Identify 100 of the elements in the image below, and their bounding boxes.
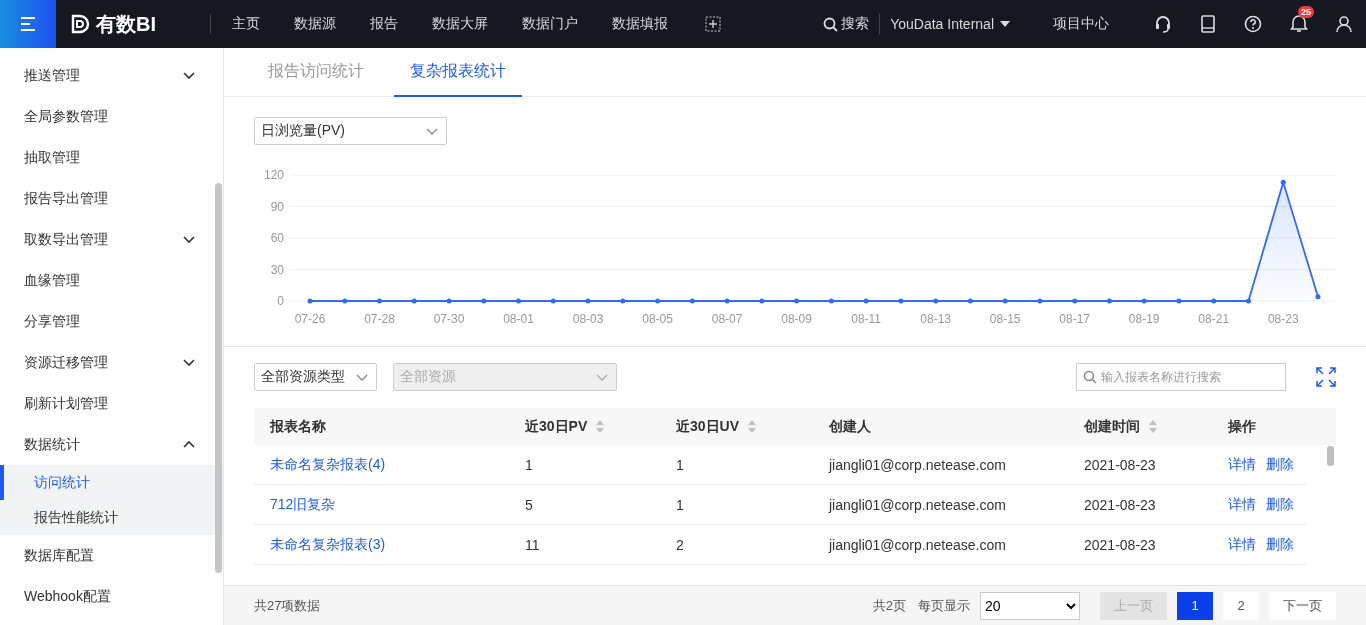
axis-label: 120 — [263, 168, 284, 182]
nav-link[interactable]: 数据大屏 — [421, 15, 499, 33]
action-link[interactable]: 详情 — [1228, 535, 1256, 554]
data-point — [898, 298, 904, 304]
scrollbar-thumb[interactable] — [215, 183, 222, 573]
data-point — [1246, 298, 1251, 304]
sidebar-item[interactable]: 报告性能统计 — [0, 500, 223, 535]
resource-type-select[interactable]: 全部资源类型 — [254, 363, 377, 391]
report-link[interactable]: 712旧复杂 — [254, 495, 509, 514]
user-icon[interactable] — [1336, 15, 1352, 33]
nav-link[interactable]: 报告 — [359, 15, 409, 33]
next-page-button[interactable]: 下一页 — [1269, 591, 1336, 620]
sidebar-item[interactable]: 刷新计划管理 — [0, 383, 223, 424]
axis-label: 08-13 — [920, 312, 951, 326]
data-point — [1280, 179, 1286, 185]
headset-icon[interactable] — [1154, 15, 1172, 33]
action-link[interactable]: 删除 — [1266, 535, 1294, 554]
chevron-icon — [426, 127, 438, 135]
chevron-icon — [183, 440, 195, 449]
sidebar-item[interactable]: 血缘管理 — [0, 260, 223, 301]
chevron-icon — [183, 235, 195, 244]
column-header[interactable]: 创建时间 — [1068, 417, 1212, 436]
scrollbar-thumb[interactable] — [1327, 446, 1334, 466]
tablet-icon[interactable] — [1200, 15, 1216, 33]
sidebar-item[interactable]: 资源迁移管理 — [0, 342, 223, 383]
table-cell-text: 2 — [675, 536, 685, 553]
axis-label: 07-28 — [364, 312, 395, 326]
action-link[interactable]: 详情 — [1228, 495, 1256, 514]
sidebar-item[interactable]: Webhook配置 — [0, 576, 223, 617]
column-header[interactable]: 近30日PV — [509, 417, 660, 436]
axis-label: 08-15 — [989, 312, 1021, 326]
table-cell-text: 2021-08-23 — [1083, 536, 1157, 553]
workspace-dropdown[interactable]: YouData Internal — [890, 16, 1010, 32]
table-cell-text: jiangli01@corp.netease.com — [827, 536, 1007, 553]
column-header: 创建人 — [828, 417, 872, 436]
search-link[interactable]: 搜索 — [823, 15, 870, 33]
report-link[interactable]: 未命名复杂报表(4) — [254, 455, 509, 474]
table-cell-text: 11 — [524, 536, 541, 553]
nav-link[interactable]: 数据门户 — [511, 15, 589, 33]
table-cell-text: 5 — [524, 496, 534, 513]
sidebar-item[interactable]: 数据统计 — [0, 424, 223, 465]
bell-icon[interactable] — [1290, 13, 1308, 32]
total-count: 共27项数据 — [254, 596, 321, 615]
chevron-icon — [356, 373, 368, 381]
sidebar-item[interactable]: 抽取管理 — [0, 137, 223, 178]
page-count: 共2页 — [872, 596, 906, 615]
menu-button[interactable] — [0, 0, 56, 48]
add-icon[interactable] — [705, 16, 721, 32]
sidebar-item[interactable]: 全局参数管理 — [0, 96, 223, 137]
sidebar-item[interactable]: 取数导出管理 — [0, 219, 223, 260]
chevron-icon — [183, 358, 195, 367]
search-field[interactable]: 输入报表名称进行搜索 — [1076, 363, 1286, 391]
help-icon[interactable] — [1244, 15, 1262, 33]
fullscreen-icon[interactable] — [1316, 367, 1336, 387]
axis-label: 08-23 — [1267, 312, 1299, 326]
column-header[interactable]: 近30日UV — [660, 417, 813, 436]
data-point — [1315, 294, 1321, 300]
logo-text: 有数BI — [96, 11, 156, 37]
axis-label: 60 — [270, 231, 284, 245]
page-size-select[interactable]: 20 — [980, 591, 1080, 620]
data-point — [550, 298, 556, 304]
chevron-icon — [183, 71, 195, 80]
nav-link[interactable]: 数据填报 — [601, 15, 679, 33]
report-link[interactable]: 未命名复杂报表(3) — [254, 535, 509, 554]
data-point — [1072, 298, 1078, 304]
project-center-link[interactable]: 项目中心 — [1042, 15, 1120, 33]
axis-label: 08-09 — [781, 312, 812, 326]
sidebar-item[interactable]: 报告导出管理 — [0, 178, 223, 219]
sidebar-item[interactable]: 数据库配置 — [0, 535, 223, 576]
nav-link[interactable]: 主页 — [221, 15, 271, 33]
data-point — [1141, 298, 1147, 304]
action-link[interactable]: 详情 — [1228, 455, 1256, 474]
data-point — [377, 298, 382, 304]
data-point — [516, 298, 522, 304]
sidebar-item[interactable]: 分享管理 — [0, 301, 223, 342]
table-cell-text: 2021-08-23 — [1083, 456, 1157, 473]
data-point — [933, 298, 939, 304]
nav-link[interactable]: 数据源 — [283, 15, 347, 33]
sidebar-item[interactable]: 访问统计 — [0, 465, 223, 500]
per-page-label: 每页显示 — [918, 596, 970, 615]
table-cell-text: 1 — [675, 456, 685, 473]
metric-select[interactable]: 日浏览量(PV) — [254, 117, 447, 145]
chevron-icon — [596, 373, 608, 381]
data-point — [1211, 298, 1217, 304]
search-icon — [823, 16, 839, 32]
page-button[interactable]: 2 — [1223, 591, 1259, 620]
data-point — [1106, 298, 1112, 304]
table-cell-text: 1 — [524, 456, 534, 473]
page-button[interactable]: 1 — [1177, 591, 1213, 620]
action-link[interactable]: 删除 — [1266, 455, 1294, 474]
axis-label: 07-26 — [294, 312, 326, 326]
action-link[interactable]: 删除 — [1266, 495, 1294, 514]
axis-label: 08-03 — [572, 312, 604, 326]
data-point — [342, 298, 348, 304]
table-cell-text: 2021-08-23 — [1083, 496, 1157, 513]
data-point — [307, 298, 313, 304]
tab[interactable]: 复杂报表统计 — [394, 48, 522, 97]
sidebar-item[interactable]: 推送管理 — [0, 55, 223, 96]
data-point — [620, 298, 626, 304]
data-point — [689, 298, 695, 304]
